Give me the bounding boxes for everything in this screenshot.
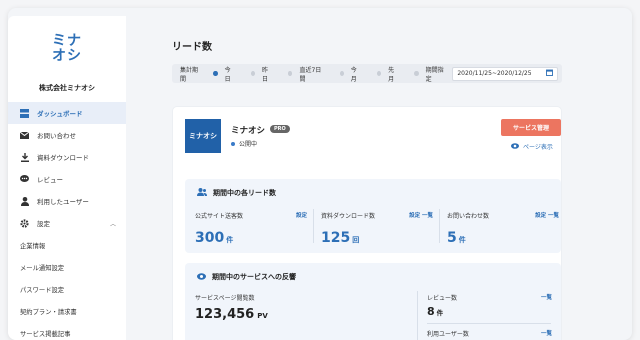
status-dot-icon <box>231 141 235 146</box>
service-logo: ミナオシ <box>185 119 221 153</box>
metric-site-referrals: 公式サイト送客数 設定 300 件 <box>195 211 307 246</box>
comment-icon <box>20 175 29 184</box>
view-page-link[interactable]: ページ表示 <box>511 142 553 151</box>
radio-icon <box>376 71 382 76</box>
period-option-last-month[interactable]: 先月 <box>376 65 398 83</box>
radio-selected-icon <box>213 71 218 76</box>
company-logo[interactable]: ミナ オシ <box>8 34 126 64</box>
reaction-panel: 期間中のサービスへの反響 サービスページ閲覧数 123,456 PV レビュー数 … <box>185 263 561 340</box>
period-label: 集計期間 <box>180 66 199 83</box>
divider <box>313 209 314 243</box>
period-option-last7days[interactable]: 直近7日間 <box>288 65 323 83</box>
divider <box>417 291 418 340</box>
service-card: ミナオシ ミナオシ PRO 公開中 サービス管理 ページ表示 期間中の各リード数… <box>172 106 562 340</box>
mail-icon <box>20 131 29 140</box>
company-name: 株式会社ミナオシ <box>39 84 95 92</box>
sidebar-subitem-articles[interactable]: サービス掲載記事 <box>8 322 126 340</box>
sidebar-item-downloads[interactable]: 資料ダウンロード <box>8 146 126 168</box>
service-name: ミナオシ <box>231 126 266 136</box>
dashboard-icon <box>20 108 29 118</box>
reviews-value: 8件 <box>427 305 444 318</box>
metric-links[interactable]: 設定 <box>296 211 307 219</box>
date-range-input[interactable]: 2020/11/25~2020/12/25 <box>452 66 559 81</box>
metric-value: 5 <box>447 230 457 246</box>
users-label: 利用ユーザー数 <box>427 331 469 338</box>
sidebar: ミナ オシ 株式会社ミナオシ ダッシュボード お問い合わせ 資料ダウンロード レ… <box>8 16 126 340</box>
eye-icon <box>197 272 206 282</box>
user-icon <box>20 196 29 206</box>
sidebar-item-settings[interactable]: 設定 ︿ <box>8 212 126 234</box>
sidebar-item-reviews[interactable]: レビュー <box>8 168 126 190</box>
users-icon <box>197 188 207 198</box>
service-manage-button[interactable]: サービス管理 <box>501 119 561 136</box>
period-filter: 集計期間 今日 昨日 直近7日間 今月 先月 期間指定 2020/11/25~2… <box>172 64 562 83</box>
radio-icon <box>250 71 255 76</box>
page-title: リード数 <box>172 42 212 53</box>
metric-links[interactable]: 設定 一覧 <box>535 211 559 219</box>
reviews-label: レビュー数 <box>427 295 458 302</box>
period-option-yesterday[interactable]: 昨日 <box>250 65 272 83</box>
sidebar-item-label: 資料ダウンロード <box>37 154 89 162</box>
sidebar-subitem-password[interactable]: パスワード設定 <box>8 278 126 300</box>
leads-panel-title: 期間中の各リード数 <box>197 188 276 198</box>
radio-icon <box>414 71 419 76</box>
page-views-label: サービスページ閲覧数 <box>195 295 255 302</box>
sidebar-subitem-email-notification[interactable]: メール通知設定 <box>8 256 126 278</box>
divider <box>439 209 440 243</box>
download-icon <box>20 152 29 162</box>
sidebar-item-inquiries[interactable]: お問い合わせ <box>8 124 126 146</box>
reaction-panel-title: 期間中のサービスへの反響 <box>197 272 296 282</box>
sidebar-subitem-company-info[interactable]: 企業情報 <box>8 234 126 256</box>
metric-downloads: 資料ダウンロード数 設定 一覧 125 回 <box>321 211 433 246</box>
divider <box>427 323 551 324</box>
eye-icon <box>511 142 519 151</box>
radio-icon <box>288 71 293 76</box>
sidebar-subitem-plan-invoice[interactable]: 契約プラン・請求書 <box>8 300 126 322</box>
period-option-this-month[interactable]: 今月 <box>339 65 361 83</box>
sidebar-item-label: 設定 <box>37 220 50 228</box>
metric-links[interactable]: 設定 一覧 <box>409 211 433 219</box>
sidebar-item-label: ダッシュボード <box>37 110 83 118</box>
page-views-value: 123,456 PV <box>195 307 268 322</box>
period-option-custom[interactable]: 期間指定 <box>414 65 446 83</box>
leads-panel: 期間中の各リード数 公式サイト送客数 設定 300 件 資料ダウンロード数 設定 … <box>185 179 561 253</box>
service-status: 公開中 <box>231 139 257 148</box>
sidebar-item-dashboard[interactable]: ダッシュボード <box>8 102 126 124</box>
app-window: ミナ オシ 株式会社ミナオシ ダッシュボード お問い合わせ 資料ダウンロード レ… <box>8 8 632 340</box>
metric-inquiries: お問い合わせ数 設定 一覧 5件 <box>447 211 559 246</box>
plan-badge: PRO <box>270 125 290 133</box>
calendar-icon[interactable] <box>546 69 553 78</box>
metric-value: 125 <box>321 230 351 246</box>
metric-value: 300 <box>195 230 225 246</box>
sidebar-nav: ダッシュボード お問い合わせ 資料ダウンロード レビュー 利用したユーザー 設定… <box>8 102 126 340</box>
sidebar-item-label: レビュー <box>37 176 63 184</box>
main-content: リード数 集計期間 今日 昨日 直近7日間 今月 先月 期間指定 2020/11… <box>126 8 632 340</box>
chevron-up-icon[interactable]: ︿ <box>110 219 116 228</box>
gear-icon <box>20 218 29 228</box>
sidebar-item-users[interactable]: 利用したユーザー <box>8 190 126 212</box>
radio-icon <box>339 71 344 76</box>
sidebar-item-label: お問い合わせ <box>37 132 76 140</box>
reviews-list-link[interactable]: 一覧 <box>541 293 552 301</box>
sidebar-item-label: 利用したユーザー <box>37 198 89 206</box>
users-list-link[interactable]: 一覧 <box>541 329 552 337</box>
period-option-today[interactable]: 今日 <box>213 65 234 83</box>
